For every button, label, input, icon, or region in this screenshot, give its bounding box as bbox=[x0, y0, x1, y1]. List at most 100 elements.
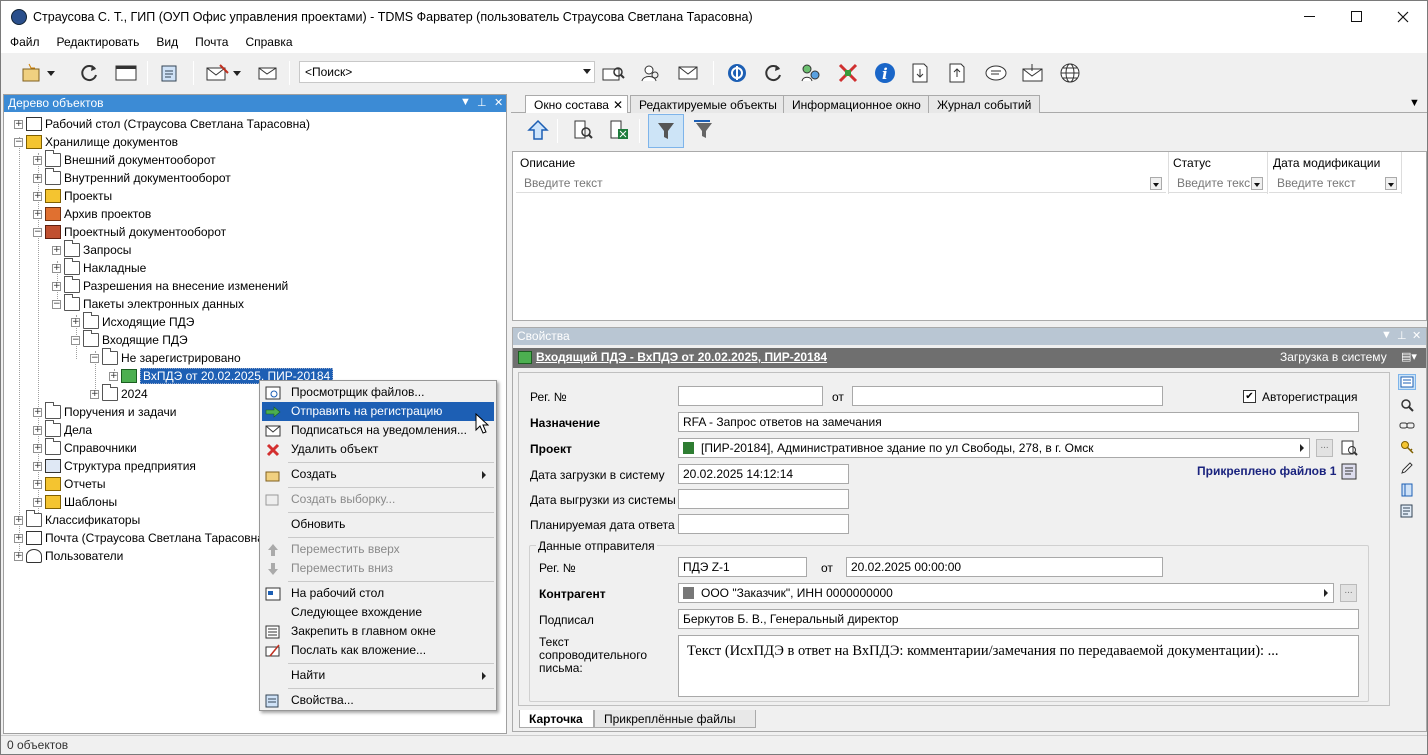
menu-item-pin-main-window[interactable]: Закрепить в главном окне bbox=[262, 622, 494, 641]
tree-item-mail[interactable]: + Почта (Страусова Светлана Тарасовна) bbox=[14, 529, 268, 547]
tree-item-tasks[interactable]: + Поручения и задачи bbox=[33, 402, 177, 421]
farvater-logo-icon[interactable] bbox=[724, 60, 750, 86]
filter-icon[interactable] bbox=[648, 114, 684, 148]
card-view-icon[interactable] bbox=[1398, 374, 1416, 390]
chevron-right-icon[interactable] bbox=[1300, 444, 1304, 452]
key-icon[interactable] bbox=[1398, 439, 1416, 455]
tree-item-2024[interactable]: +2024 bbox=[90, 384, 148, 403]
menu-item-send-registration[interactable]: Отправить на регистрацию bbox=[262, 402, 494, 421]
mail-write-icon[interactable] bbox=[205, 60, 231, 86]
menu-item-next-occurrence[interactable]: Следующее вхождение bbox=[262, 603, 494, 622]
sender-date-field[interactable]: 20.02.2025 00:00:00 bbox=[846, 557, 1163, 577]
autoreg-checkbox[interactable]: ✔ bbox=[1243, 390, 1256, 403]
contractor-field[interactable]: ООО "Заказчик", ИНН 0000000000 bbox=[678, 583, 1334, 603]
reg-date-input[interactable] bbox=[852, 386, 1163, 406]
menu-item-find[interactable]: Найти bbox=[262, 666, 494, 685]
contractor-browse-button[interactable]: ... bbox=[1340, 584, 1357, 602]
new-object-dropdown-icon[interactable] bbox=[45, 60, 57, 86]
search-user-icon[interactable] bbox=[638, 60, 664, 86]
tab-edited-objects[interactable]: Редактируемые объекты bbox=[630, 95, 786, 113]
tab-card[interactable]: Карточка bbox=[519, 710, 594, 728]
menu-item-delete[interactable]: Удалить объект bbox=[262, 440, 494, 459]
project-search-icon[interactable] bbox=[1340, 439, 1358, 457]
menu-view[interactable]: Вид bbox=[147, 33, 186, 53]
tree-item-reference[interactable]: + Справочники bbox=[33, 438, 137, 457]
column-header-modified[interactable]: Дата модификации bbox=[1273, 156, 1380, 170]
filter-modified-input[interactable]: Введите текст bbox=[1269, 174, 1401, 193]
message-icon[interactable] bbox=[983, 60, 1009, 86]
mail-dropdown-icon[interactable] bbox=[231, 60, 243, 86]
tree-item-project-archive[interactable]: + Архив проектов bbox=[33, 205, 151, 223]
attached-files-link[interactable]: Прикреплено файлов 1 bbox=[1197, 464, 1336, 478]
menu-item-create[interactable]: Создать bbox=[262, 465, 494, 484]
minimize-button[interactable] bbox=[1287, 1, 1333, 33]
properties-toolbar-icon[interactable] bbox=[157, 60, 183, 86]
tree-item-org-structure[interactable]: + Структура предприятия bbox=[33, 457, 196, 475]
menu-help[interactable]: Справка bbox=[236, 33, 300, 53]
maximize-button[interactable] bbox=[1334, 1, 1380, 33]
tree-item-reports[interactable]: + Отчеты bbox=[33, 475, 105, 493]
tree-item-storage[interactable]: − Хранилище документов bbox=[14, 133, 178, 151]
chevron-down-icon[interactable] bbox=[1150, 177, 1162, 190]
menu-item-properties[interactable]: Свойства... bbox=[262, 691, 494, 710]
panel-close-icon[interactable]: ✕ bbox=[1412, 329, 1421, 342]
panel-dropdown-icon[interactable]: ▼ bbox=[1381, 329, 1392, 341]
attachments-icon[interactable] bbox=[1341, 463, 1358, 480]
object-menu-icon[interactable]: ▤▾ bbox=[1401, 350, 1417, 363]
object-action[interactable]: Загрузка в систему bbox=[1280, 350, 1387, 364]
link-icon[interactable] bbox=[1398, 418, 1416, 434]
document-down-icon[interactable] bbox=[907, 60, 933, 86]
tree-item-requests[interactable]: + Запросы bbox=[52, 240, 131, 259]
chevron-down-icon[interactable] bbox=[1385, 177, 1397, 190]
sync-users-icon[interactable] bbox=[798, 60, 824, 86]
menu-item-to-desktop[interactable]: На рабочий стол bbox=[262, 584, 494, 603]
tree-item-change-permits[interactable]: + Разрешения на внесение изменений bbox=[52, 276, 288, 295]
info-icon[interactable]: i bbox=[872, 60, 898, 86]
tree-item-external-docflow[interactable]: + Внешний документооборот bbox=[33, 150, 216, 169]
tabs-dropdown-icon[interactable]: ▼ bbox=[1409, 97, 1420, 109]
menu-item-send-attachment[interactable]: Послать как вложение... bbox=[262, 641, 494, 660]
filter-settings-icon[interactable] bbox=[690, 117, 716, 143]
globe-icon[interactable] bbox=[1057, 60, 1083, 86]
search-combobox[interactable]: <Поиск> bbox=[299, 61, 595, 83]
tree-item-projects[interactable]: + Проекты bbox=[33, 187, 112, 205]
tab-composition[interactable]: Окно состава ✕ bbox=[525, 95, 628, 114]
menu-file[interactable]: Файл bbox=[1, 33, 48, 53]
mail-inbox-icon[interactable] bbox=[1020, 60, 1046, 86]
tree-item-desktop[interactable]: + Рабочий стол (Страусова Светлана Тарасо… bbox=[14, 115, 310, 133]
sender-reg-field[interactable]: ПДЭ Z-1 bbox=[678, 557, 807, 577]
chevron-down-icon[interactable] bbox=[1251, 177, 1263, 190]
reload-icon[interactable] bbox=[761, 60, 787, 86]
tree-item-data-packages[interactable]: − Пакеты электронных данных bbox=[52, 294, 244, 313]
tab-event-log[interactable]: Журнал событий bbox=[928, 95, 1041, 113]
book-icon[interactable] bbox=[1398, 482, 1416, 498]
tree-item-users[interactable]: + Пользователи bbox=[14, 547, 123, 565]
object-title[interactable]: Входящий ПДЭ - ВхПДЭ от 20.02.2025, ПИР-… bbox=[536, 350, 827, 364]
new-object-icon[interactable] bbox=[19, 60, 45, 86]
refresh-icon[interactable] bbox=[77, 60, 103, 86]
panel-close-icon[interactable]: ✕ bbox=[494, 96, 503, 109]
tab-attached-files[interactable]: Прикреплённые файлы bbox=[594, 710, 756, 728]
letter-text-area[interactable]: Текст (ИсхПДЭ в ответ на ВхПДЭ: коммента… bbox=[678, 635, 1359, 697]
menu-edit[interactable]: Редактировать bbox=[48, 33, 148, 53]
tree-item-invoices[interactable]: + Накладные bbox=[52, 258, 146, 277]
tree-item-outgoing-pde[interactable]: + Исходящие ПДЭ bbox=[71, 312, 194, 331]
search-document-icon[interactable] bbox=[570, 117, 596, 143]
menu-item-subscribe[interactable]: Подписаться на уведомления... bbox=[262, 421, 494, 440]
filter-description-input[interactable]: Введите текст bbox=[516, 174, 1166, 193]
pin-icon[interactable]: ⊥ bbox=[477, 96, 487, 109]
project-browse-button[interactable]: ... bbox=[1316, 439, 1333, 457]
panel-dropdown-icon[interactable]: ▼ bbox=[460, 96, 471, 108]
tab-close-icon[interactable]: ✕ bbox=[613, 98, 623, 112]
go-up-icon[interactable] bbox=[525, 117, 551, 143]
purpose-field[interactable]: RFA - Запрос ответов на замечания bbox=[678, 412, 1359, 432]
tools-icon[interactable] bbox=[835, 60, 861, 86]
upload-date-field[interactable]: 20.02.2025 14:12:14 bbox=[678, 464, 849, 484]
filter-status-input[interactable]: Введите текс bbox=[1169, 174, 1267, 193]
window-icon[interactable] bbox=[113, 60, 139, 86]
tree-item-project-docflow[interactable]: − Проектный документооборот bbox=[33, 223, 226, 241]
tree-item-incoming-pde[interactable]: − Входящие ПДЭ bbox=[71, 330, 188, 349]
excel-export-icon[interactable] bbox=[606, 117, 632, 143]
search-folder-icon[interactable] bbox=[601, 60, 627, 86]
chevron-right-icon[interactable] bbox=[1324, 589, 1328, 597]
